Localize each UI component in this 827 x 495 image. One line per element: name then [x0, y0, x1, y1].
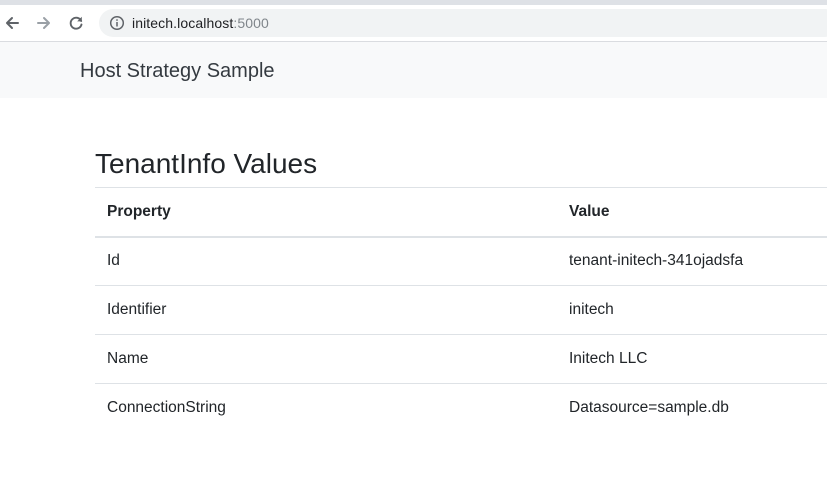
app-navbar: Host Strategy Sample	[0, 42, 827, 98]
url-host: initech.localhost	[132, 15, 234, 31]
page-title: TenantInfo Values	[95, 148, 318, 179]
table-row: Identifier initech	[95, 285, 827, 335]
table-cell-value: tenant-initech-341ojadsfa	[557, 236, 827, 286]
browser-toolbar: initech.localhost:5000	[0, 5, 827, 42]
navbar-brand[interactable]: Host Strategy Sample	[80, 59, 275, 83]
table-cell-property: Name	[95, 334, 557, 384]
address-bar[interactable]: initech.localhost:5000	[99, 9, 827, 37]
column-header-property: Property	[95, 187, 557, 238]
url-port: :5000	[233, 15, 269, 31]
forward-arrow-icon	[37, 17, 50, 29]
reload-icon	[69, 16, 83, 30]
table-cell-value: Initech LLC	[557, 334, 827, 384]
table-header-row: Property Value	[95, 187, 827, 238]
tenant-info-table: Property Value Id tenant-initech-341ojad…	[95, 187, 827, 433]
address-url[interactable]: initech.localhost:5000	[132, 15, 269, 31]
table-cell-value: initech	[557, 285, 827, 335]
table-cell-value: Datasource=sample.db	[569, 399, 729, 417]
table-cell-property: Identifier	[95, 285, 557, 335]
back-arrow-icon	[6, 17, 19, 29]
table-cell-property: Id	[95, 236, 557, 286]
column-header-value: Value	[557, 187, 827, 238]
back-button[interactable]	[0, 11, 24, 35]
reload-button[interactable]	[64, 11, 88, 35]
table-row: Name Initech LLC	[95, 334, 827, 384]
table-cell-property: ConnectionString	[107, 399, 226, 417]
table-row: Id tenant-initech-341ojadsfa	[95, 236, 827, 286]
info-icon[interactable]	[109, 15, 125, 31]
forward-button[interactable]	[32, 11, 56, 35]
table-row: ConnectionString Datasource=sample.db	[95, 384, 827, 433]
